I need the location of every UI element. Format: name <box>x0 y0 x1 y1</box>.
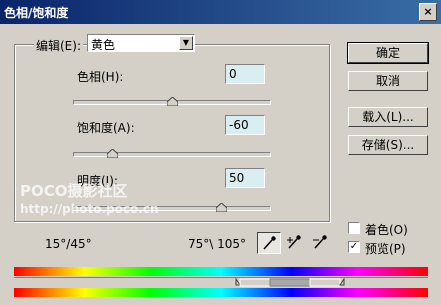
edit-dropdown-value: 黄色 <box>91 38 116 52</box>
colorize-label: 着色(O) <box>365 223 408 237</box>
colorize-checkbox[interactable] <box>348 222 360 234</box>
eyedropper-minus-button[interactable] <box>309 232 333 254</box>
ok-button[interactable]: 确定 <box>347 42 429 64</box>
eyedropper-minus-icon <box>313 235 327 249</box>
eyedropper-plus-icon <box>287 235 301 249</box>
window-title: 色相/饱和度 <box>4 6 69 20</box>
preview-label: 预览(P) <box>365 242 406 256</box>
watermark-line1: POCO摄影社区 <box>20 182 128 200</box>
edit-dropdown[interactable]: 黄色 ▼ <box>87 34 195 52</box>
lightness-slider-thumb[interactable] <box>216 203 227 212</box>
edit-label: 编辑(E): <box>34 37 83 54</box>
lightness-input[interactable]: 50 <box>225 168 265 188</box>
range-left-readout: 15°/45° <box>45 237 92 251</box>
saturation-slider-thumb[interactable] <box>107 149 118 158</box>
close-icon[interactable]: × <box>419 3 437 21</box>
eyedropper-plus-button[interactable] <box>283 232 307 254</box>
dropdown-arrow-icon[interactable]: ▼ <box>179 36 193 50</box>
range-selector[interactable] <box>14 277 428 288</box>
title-bar: 色相/饱和度 × <box>0 0 441 24</box>
saturation-label: 饱和度(A): <box>77 121 135 135</box>
range-right-readout: 75°\ 105° <box>188 237 247 251</box>
output-spectrum-bar <box>14 288 428 297</box>
cancel-button[interactable]: 取消 <box>348 71 428 91</box>
hue-slider-thumb[interactable] <box>167 97 178 106</box>
hue-label: 色相(H): <box>77 70 124 84</box>
saturation-slider-track[interactable] <box>73 152 271 157</box>
range-markers <box>235 278 345 287</box>
eyedropper-icon <box>263 236 276 250</box>
eyedropper-button[interactable] <box>257 232 281 254</box>
hue-input[interactable]: 0 <box>225 64 265 84</box>
save-button[interactable]: 存储(S)... <box>348 135 428 155</box>
watermark-line2: http://photo.poco.cn <box>20 202 159 216</box>
saturation-input[interactable]: -60 <box>225 115 265 135</box>
load-button[interactable]: 载入(L)... <box>348 107 428 127</box>
preview-checkbox[interactable]: ✓ <box>348 241 360 253</box>
input-spectrum-bar <box>14 267 428 276</box>
